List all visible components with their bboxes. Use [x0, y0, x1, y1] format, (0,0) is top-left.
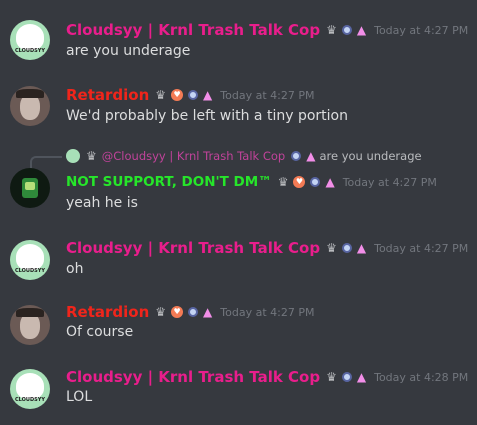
- message-reply: ♛ @Cloudsyy | Krnl Trash Talk Cop ▲ are …: [0, 148, 477, 218]
- crown-icon: ♛: [326, 23, 337, 37]
- avatar-label: CLOUDSYY: [15, 268, 45, 274]
- message: CLOUDSYY Cloudsyy | Krnl Trash Talk Cop …: [0, 367, 477, 411]
- message: Retardion ♛ ♥ ▲ Today at 4:27 PM Of cour…: [0, 301, 477, 345]
- avatar-hat: [16, 308, 44, 317]
- badges: ♛ ♥ ▲: [155, 88, 217, 102]
- message-text: oh: [66, 261, 84, 277]
- avatar-label: CLOUDSYY: [15, 397, 45, 403]
- nitro-orb-icon: [341, 25, 352, 35]
- username[interactable]: Retardion: [66, 303, 149, 321]
- message: CLOUDSYY Cloudsyy | Krnl Trash Talk Cop …: [0, 18, 477, 62]
- reply-text[interactable]: are you underage: [319, 149, 421, 163]
- avatar-cloudsyy[interactable]: CLOUDSYY: [10, 20, 50, 60]
- nitro-orb-icon: [341, 243, 352, 253]
- message-header: Retardion ♛ ♥ ▲ Today at 4:27 PM: [66, 85, 314, 105]
- booster-triangle-icon: ▲: [356, 23, 367, 37]
- badges: ♛ ▲: [326, 241, 371, 255]
- timestamp[interactable]: Today at 4:27 PM: [374, 242, 468, 255]
- booster-triangle-icon: ▲: [203, 305, 213, 319]
- message-text: Of course: [66, 324, 134, 340]
- username[interactable]: Cloudsyy | Krnl Trash Talk Cop: [66, 368, 320, 386]
- timestamp[interactable]: Today at 4:27 PM: [220, 306, 314, 319]
- avatar-retardion[interactable]: [10, 305, 50, 345]
- heart-badge-icon: ♥: [171, 306, 184, 318]
- message-header: Cloudsyy | Krnl Trash Talk Cop ♛ ▲ Today…: [66, 367, 468, 387]
- crown-icon: ♛: [155, 305, 167, 319]
- message-header: Cloudsyy | Krnl Trash Talk Cop ♛ ▲ Today…: [66, 20, 468, 40]
- heart-badge-icon: ♥: [293, 176, 306, 188]
- message: CLOUDSYY Cloudsyy | Krnl Trash Talk Cop …: [0, 236, 477, 280]
- booster-triangle-icon: ▲: [356, 370, 367, 384]
- booster-triangle-icon: ▲: [306, 149, 316, 163]
- nitro-orb-icon: [291, 151, 302, 161]
- reply-preview[interactable]: ♛ @Cloudsyy | Krnl Trash Talk Cop ▲ are …: [66, 148, 422, 164]
- username[interactable]: Cloudsyy | Krnl Trash Talk Cop: [66, 21, 320, 39]
- timestamp[interactable]: Today at 4:28 PM: [374, 371, 468, 384]
- message-text: We'd probably be left with a tiny portio…: [66, 108, 348, 124]
- avatar-logo: [25, 182, 35, 190]
- message-header: NOT SUPPORT, DON'T DM™ ♛ ♥ ▲ Today at 4:…: [66, 172, 437, 192]
- username[interactable]: Cloudsyy | Krnl Trash Talk Cop: [66, 239, 320, 257]
- crown-icon: ♛: [277, 175, 289, 189]
- reply-line-icon: [30, 156, 62, 168]
- crown-icon: ♛: [155, 88, 167, 102]
- message-header: Retardion ♛ ♥ ▲ Today at 4:27 PM: [66, 302, 314, 322]
- avatar-retardion[interactable]: [10, 86, 50, 126]
- username[interactable]: Retardion: [66, 86, 149, 104]
- message: Retardion ♛ ♥ ▲ Today at 4:27 PM We'd pr…: [0, 82, 477, 126]
- nitro-orb-icon: [188, 307, 199, 317]
- timestamp[interactable]: Today at 4:27 PM: [343, 176, 437, 189]
- username[interactable]: NOT SUPPORT, DON'T DM™: [66, 174, 272, 190]
- badges: ♛ ♥ ▲: [278, 175, 340, 189]
- crown-icon: ♛: [326, 241, 337, 255]
- booster-triangle-icon: ▲: [203, 88, 213, 102]
- nitro-orb-icon: [310, 177, 321, 187]
- avatar-not-support[interactable]: [10, 168, 50, 208]
- avatar-cloudsyy[interactable]: CLOUDSYY: [10, 240, 50, 280]
- message-text: yeah he is: [66, 195, 138, 211]
- crown-icon: ♛: [86, 149, 97, 163]
- timestamp[interactable]: Today at 4:27 PM: [220, 89, 314, 102]
- avatar-hat: [16, 89, 44, 98]
- nitro-orb-icon: [188, 90, 199, 100]
- avatar-label: CLOUDSYY: [15, 48, 45, 54]
- message-header: Cloudsyy | Krnl Trash Talk Cop ♛ ▲ Today…: [66, 238, 468, 258]
- nitro-orb-icon: [341, 372, 352, 382]
- reply-avatar: [66, 149, 80, 163]
- message-text: LOL: [66, 389, 93, 405]
- badges: ♛ ♥ ▲: [155, 305, 217, 319]
- avatar-cloudsyy[interactable]: CLOUDSYY: [10, 369, 50, 409]
- badges: ♛ ▲: [326, 370, 371, 384]
- timestamp[interactable]: Today at 4:27 PM: [374, 24, 468, 37]
- message-text: are you underage: [66, 43, 191, 59]
- booster-triangle-icon: ▲: [356, 241, 367, 255]
- badges: ♛ ▲: [326, 23, 371, 37]
- reply-username[interactable]: @Cloudsyy | Krnl Trash Talk Cop: [102, 149, 285, 163]
- booster-triangle-icon: ▲: [325, 175, 335, 189]
- crown-icon: ♛: [326, 370, 337, 384]
- heart-badge-icon: ♥: [171, 89, 184, 101]
